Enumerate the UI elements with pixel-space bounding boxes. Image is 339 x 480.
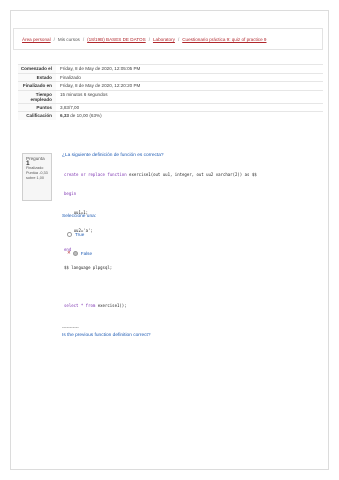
summary-value: 3,83/7,00 xyxy=(56,102,323,112)
question-number: Pregunta 1 xyxy=(26,156,45,167)
option-true[interactable]: True xyxy=(67,232,84,237)
option-label: True xyxy=(75,232,85,237)
code-line: select * from exercise1(); xyxy=(64,302,127,308)
summary-label: Comenzado el xyxy=(18,64,56,73)
summary-label: Finalizado en xyxy=(18,81,56,90)
code-line: begin xyxy=(64,191,77,197)
breadcrumb: Área personal / Mis cursos / (18/19B) BA… xyxy=(13,28,323,50)
answer-area: Seleccione una: xyxy=(62,210,324,270)
summary-label: Calificación xyxy=(18,111,56,120)
attempt-summary-table: Comenzado el Friday, 8 de May de 2020, 1… xyxy=(18,64,323,120)
breadcrumb-separator: / xyxy=(82,36,85,42)
separator-dashes: ----------- xyxy=(62,325,79,331)
option-label: False xyxy=(80,250,93,256)
breadcrumb-quiz[interactable]: Cuestionario práctica 9: quiz of practic… xyxy=(182,37,266,42)
summary-value: Friday, 8 de May de 2020, 12:05:05 PM xyxy=(56,64,323,73)
summary-row: Finalizado en Friday, 8 de May de 2020, … xyxy=(18,81,323,90)
incorrect-icon: ✕ xyxy=(67,250,71,255)
question-text-en: Is the previous function definition corr… xyxy=(62,333,151,339)
breadcrumb-separator: / xyxy=(177,36,180,42)
question-info: Pregunta 1 Finalizado Puntúa -0,33 sobre… xyxy=(22,153,52,201)
breadcrumb-my-courses[interactable]: Mis cursos xyxy=(58,37,80,42)
radio-icon[interactable] xyxy=(72,250,78,256)
summary-value: Friday, 8 de May de 2020, 12:20:20 PM xyxy=(56,81,323,90)
summary-label: Estado xyxy=(18,72,56,82)
breadcrumb-course[interactable]: (18/19B) BASES DE DATOS xyxy=(87,37,146,42)
grade-rest: de 10,00 (63%) xyxy=(68,113,102,118)
summary-value: Finalizado xyxy=(56,72,323,82)
breadcrumb-separator: / xyxy=(148,36,150,42)
grade-value: 6,33 xyxy=(60,113,69,118)
summary-row: Tiempo empleado 15 minutos 6 segundos xyxy=(18,89,323,103)
question-text: ¿La siguiente definición de función es c… xyxy=(62,153,164,158)
summary-row: Puntos 3,83/7,00 xyxy=(18,102,323,112)
breadcrumb-laboratory[interactable]: Laboratory xyxy=(153,37,175,42)
code-line: create or replace function exercise1(out… xyxy=(64,172,257,178)
summary-label: Puntos xyxy=(18,102,56,112)
summary-label: Tiempo empleado xyxy=(18,89,56,103)
breadcrumb-home[interactable]: Área personal xyxy=(22,37,51,42)
breadcrumb-separator: / xyxy=(53,36,55,42)
radio-icon[interactable] xyxy=(67,232,72,237)
question-max-score: sobre 1,00 xyxy=(26,176,44,180)
option-false[interactable]: ✕ False xyxy=(67,250,92,256)
summary-value: 6,33 de 10,00 (63%) xyxy=(56,111,323,120)
select-one-prompt: Seleccione una: xyxy=(62,214,97,219)
summary-row: Comenzado el Friday, 8 de May de 2020, 1… xyxy=(18,64,323,73)
summary-row: Estado Finalizado xyxy=(18,72,323,82)
summary-value: 15 minutos 6 segundos xyxy=(56,89,323,103)
summary-row: Calificación 6,33 de 10,00 (63%) xyxy=(18,111,323,120)
